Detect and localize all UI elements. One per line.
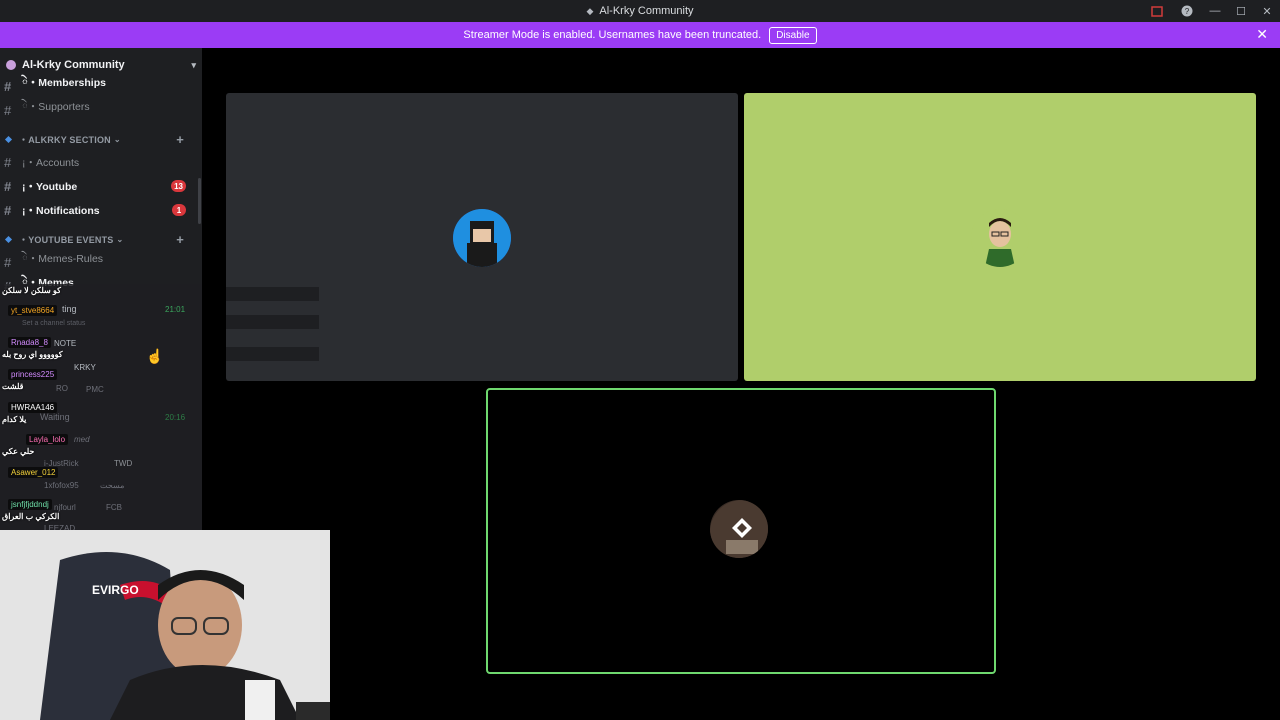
streamer-banner-text: Streamer Mode is enabled. Usernames have… [463, 29, 762, 41]
chat-message-text: كووووو اي روح بله [2, 350, 63, 359]
call-tile-1[interactable] [226, 93, 738, 381]
webcam-overlay: EVIRGO [0, 530, 330, 720]
chat-username: Asawer_012 [8, 467, 59, 478]
sidebar-scrollbar[interactable] [198, 178, 201, 224]
ghost-text: 1xfofox95 [44, 481, 79, 490]
chat-message-text: يلا كدام [2, 415, 27, 424]
channel-youtube[interactable]: # ¡・Youtube 13 [0, 174, 202, 198]
ghost-text: RO [56, 384, 68, 393]
ghost-text: njfourl [54, 503, 76, 512]
hash-icon: # [4, 102, 12, 118]
chevron-down-icon: ⌄ [113, 134, 121, 144]
ghost-text: 20:16 [165, 413, 186, 422]
chat-username: Layla_lolo [26, 434, 69, 445]
hash-icon: # [4, 78, 12, 94]
user-avatar-3 [710, 500, 768, 558]
user-avatar-2 [971, 209, 1029, 267]
maximize-icon[interactable]: ☐ [1228, 0, 1254, 22]
hash-icon: # [4, 202, 12, 218]
ghost-text: مسحت [100, 481, 125, 490]
hash-icon: # [4, 254, 12, 270]
inbox-icon[interactable] [1142, 0, 1172, 22]
call-tile-3-speaking[interactable] [486, 388, 996, 674]
chat-message-text: الكركي ب العراق [2, 512, 60, 521]
channel-supporters[interactable]: # ེ・Supporters [0, 98, 202, 122]
chat-message-text: حلي عكي [2, 447, 35, 456]
ghost-text: 21:01 [165, 305, 186, 314]
user-avatar-1 [453, 209, 511, 267]
channel-accounts[interactable]: # ¡・Accounts [0, 150, 202, 174]
chat-message-text: كو سلكن لا سلكن [2, 286, 61, 295]
category-label: ・ALKRKY SECTION [19, 134, 111, 145]
chat-username: HWRAA146 [8, 402, 58, 413]
chat-message-text: قلشت [2, 382, 24, 391]
chair-logo-text: EVIRGO [92, 583, 139, 597]
unread-badge: 1 [172, 204, 186, 216]
chevron-down-icon: ⌄ [116, 234, 124, 244]
ghost-text: Set a channel status [22, 320, 86, 327]
disable-streamer-button[interactable]: Disable [769, 26, 817, 44]
channel-memes-rules[interactable]: # ེ・Memes-Rules [0, 250, 202, 274]
minimize-icon[interactable]: — [1202, 0, 1228, 22]
call-tile-2[interactable] [744, 93, 1256, 381]
window-title-text: Al-Krky Community [599, 5, 694, 17]
chat-username: yt_stve8664 [8, 305, 58, 316]
ghost-text: Waiting [40, 412, 70, 422]
channel-label: ¡・Accounts [22, 156, 80, 169]
ghost-text: NOTE [54, 339, 77, 348]
ghost-text: ting [62, 304, 77, 314]
chat-overlay: ting 21:01 Set a channel status NOTE KRK… [0, 284, 202, 533]
window-title: ◆ Al-Krky Community [586, 5, 693, 17]
server-icon [6, 60, 16, 70]
close-icon[interactable]: ✕ [1254, 0, 1280, 22]
channel-notifications[interactable]: # ¡・Notifications 1 [0, 198, 202, 222]
hash-icon: # [4, 154, 12, 170]
streamer-mode-banner: Streamer Mode is enabled. Usernames have… [0, 22, 1280, 48]
window-controls: ? — ☐ ✕ [1142, 0, 1280, 22]
add-channel-icon[interactable]: + [176, 232, 184, 247]
window-titlebar: ◆ Al-Krky Community ? — ☐ ✕ [0, 0, 1280, 22]
chevron-down-icon: ▾ [191, 59, 196, 70]
help-icon[interactable]: ? [1172, 0, 1202, 22]
add-channel-icon[interactable]: + [176, 132, 184, 147]
diamond-icon [4, 135, 13, 143]
ghost-text: PMC [86, 385, 104, 394]
channel-memberships[interactable]: # ེ・Memberships [0, 74, 202, 98]
diamond-icon [4, 235, 13, 243]
chat-username: jsnfjfjddndj [8, 499, 52, 510]
chat-username: Rnada8_8 [8, 337, 51, 348]
webcam-image: EVIRGO [0, 530, 330, 720]
server-name: Al-Krky Community [22, 59, 125, 71]
unread-badge: 13 [171, 180, 186, 192]
ghost-text: TWD [114, 459, 133, 468]
category-label: ・YOUTUBE EVENTS [19, 234, 114, 245]
mouse-cursor-icon: ☝ [146, 348, 164, 364]
svg-text:?: ? [1185, 7, 1190, 16]
ghost-text: med [74, 435, 90, 444]
ghost-text: KRKY [74, 363, 96, 372]
category-alkrky-section[interactable]: ・ALKRKY SECTION ⌄ + [0, 128, 202, 150]
ghost-text: FCB [106, 503, 122, 512]
channel-label: ེ・Supporters [22, 100, 90, 113]
banner-close-icon[interactable]: ✕ [1256, 26, 1268, 43]
channel-label: ¡・Youtube [22, 180, 78, 193]
chat-username: princess225 [8, 369, 58, 380]
discord-icon: ◆ [586, 5, 594, 16]
channel-label: ¡・Notifications [22, 204, 100, 217]
hash-icon: # [4, 178, 12, 194]
